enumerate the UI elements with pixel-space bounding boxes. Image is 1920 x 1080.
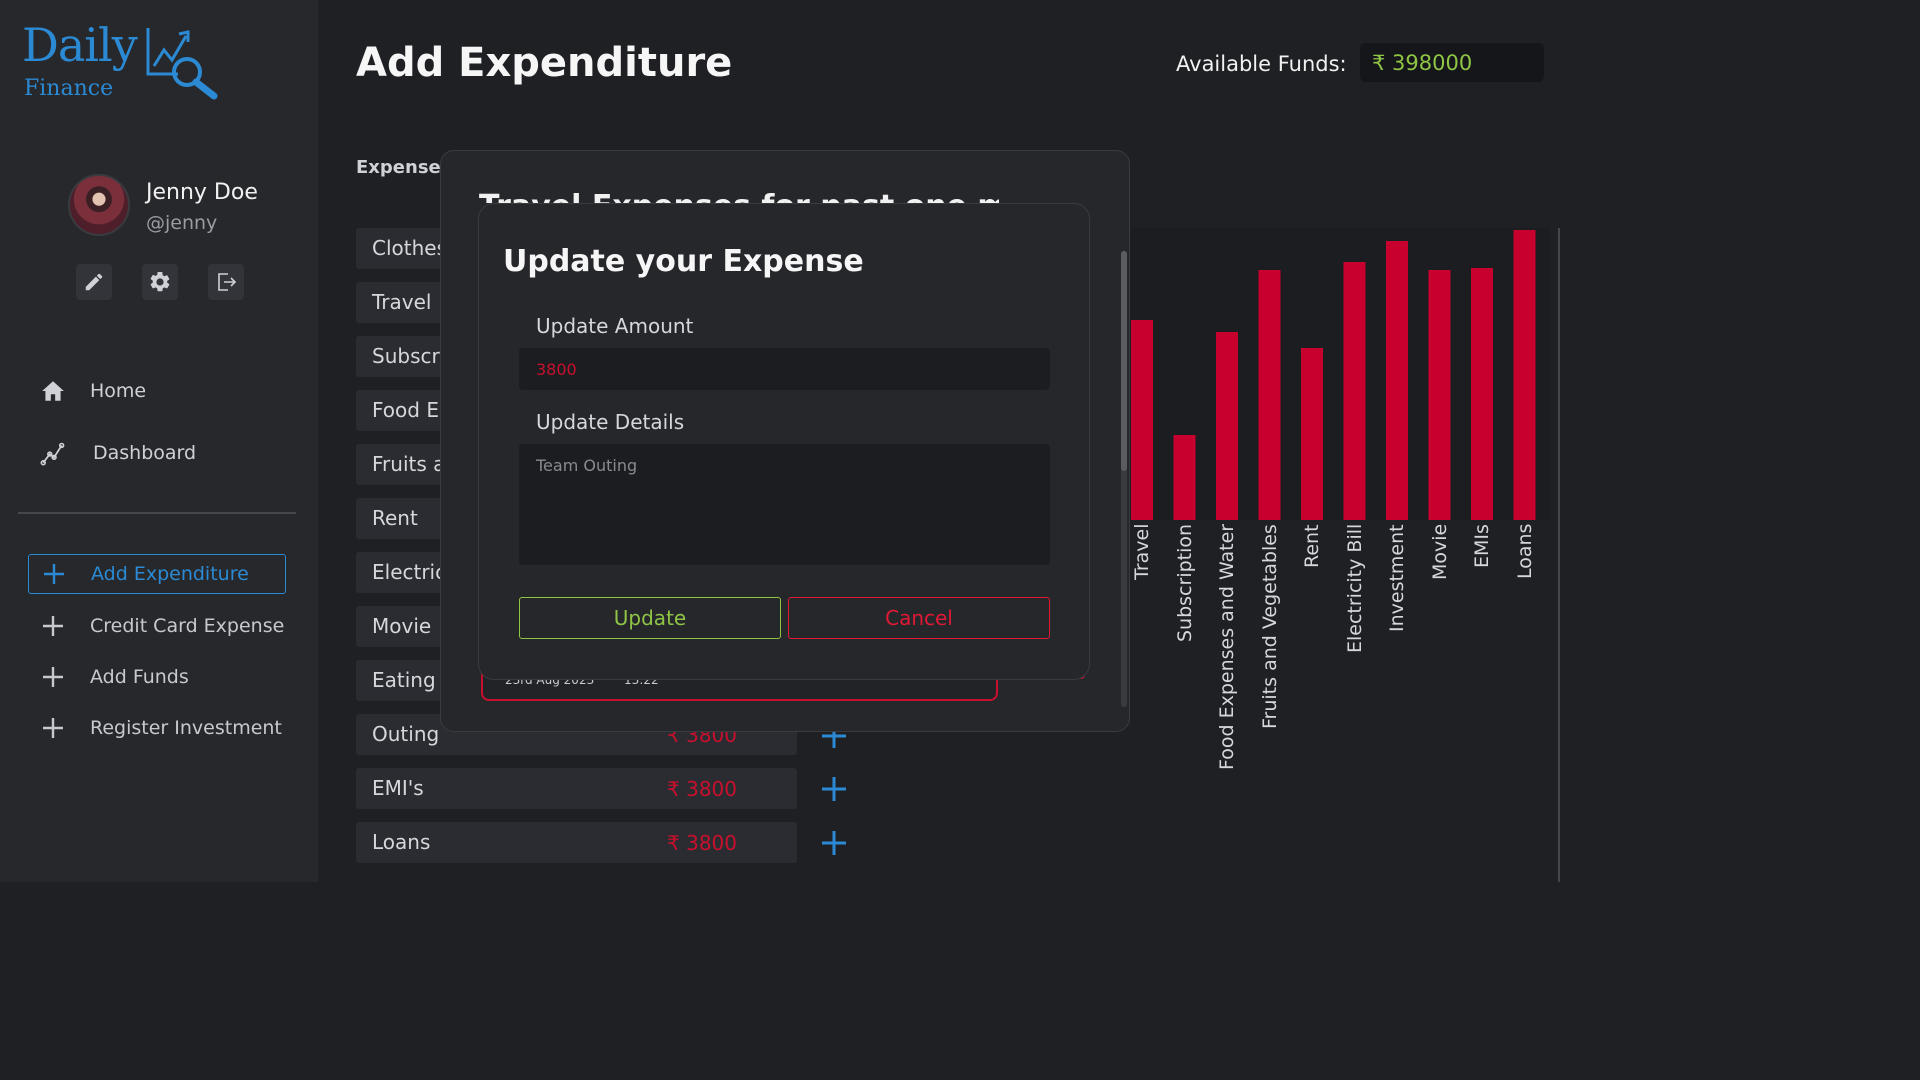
expense-name: Electric	[372, 560, 447, 584]
side-action-label: Add Funds	[90, 666, 189, 688]
dialog-scrollbar[interactable]	[1121, 251, 1127, 707]
expense-amount: ₹ 3800	[667, 777, 737, 801]
plus-icon	[43, 616, 63, 636]
chart-tick-label: Electricity Bill	[1343, 523, 1366, 653]
chart-bar[interactable]	[1386, 241, 1408, 520]
chart-tick-label: Rent	[1301, 524, 1323, 568]
expense-row[interactable]: Loans ₹ 3800	[356, 822, 797, 863]
expense-name: Fruits a	[372, 452, 446, 476]
dialog-scrollbar-thumb[interactable]	[1121, 251, 1127, 471]
register-investment-button[interactable]: Register Investment	[28, 708, 286, 748]
chart-tick-label: Travel	[1131, 523, 1153, 580]
expense-name: EMI's	[372, 776, 424, 800]
expense-name: Food E	[372, 398, 439, 422]
chart-tick-label: Fruits and Vegetables	[1258, 524, 1281, 729]
add-expenditure-button[interactable]: Add Expenditure	[28, 554, 286, 594]
chart-tick-label: Investment	[1386, 524, 1408, 632]
expense-name: Outing	[372, 722, 440, 746]
update-button[interactable]: Update	[519, 597, 781, 639]
chart-tick-label: Loans	[1513, 523, 1536, 579]
chart-bar[interactable]	[1471, 268, 1493, 520]
chart-bar[interactable]	[1343, 262, 1366, 520]
expense-name: Subscri	[372, 344, 446, 368]
user-profile: Jenny Doe @jenny	[68, 174, 298, 238]
amount-input[interactable]	[519, 348, 1050, 390]
expense-bar-chart	[1130, 228, 1550, 520]
logout-button[interactable]	[208, 264, 244, 300]
chart-bar[interactable]	[1513, 230, 1536, 520]
modal-title: Update your Expense	[503, 244, 864, 279]
profile-actions	[76, 264, 244, 300]
side-action-label: Register Investment	[90, 717, 282, 739]
plus-icon	[43, 667, 63, 687]
sidebar: Daily Finance Jenny Doe @jenny Home Dash…	[0, 0, 318, 882]
chart-bar[interactable]	[1131, 320, 1153, 520]
chart-bar[interactable]	[1301, 348, 1323, 520]
chart-bar[interactable]	[1258, 270, 1281, 520]
plus-icon	[43, 718, 63, 738]
chart-tick-label: Movie	[1428, 523, 1451, 580]
expense-name: Eating	[372, 668, 436, 692]
add-loans-plus-icon[interactable]	[820, 829, 848, 857]
brand-logo[interactable]: Daily Finance	[22, 18, 232, 108]
nav-item-dashboard[interactable]: Dashboard	[40, 440, 196, 466]
credit-card-expense-button[interactable]: Credit Card Expense	[28, 606, 286, 646]
expense-row[interactable]: EMI's ₹ 3800	[356, 768, 797, 809]
chart-tick-label: Subscription	[1173, 523, 1196, 642]
magnifier-chart-icon	[146, 28, 218, 100]
chart-line-icon	[40, 442, 65, 466]
chart-tick-label: EMIs	[1471, 524, 1493, 568]
brand-name-top: Daily	[22, 18, 138, 72]
amount-label: Update Amount	[536, 314, 694, 338]
gear-icon	[150, 271, 170, 292]
app-window: Daily Finance Jenny Doe @jenny Home Dash…	[0, 0, 1568, 882]
profile-handle: @jenny	[146, 212, 218, 234]
side-action-label: Credit Card Expense	[90, 615, 285, 637]
update-expense-modal: Update your Expense Update Amount Update…	[478, 203, 1090, 680]
expense-amount: ₹ 3800	[667, 831, 737, 855]
add-funds-button[interactable]: Add Funds	[28, 657, 286, 697]
expense-name: Clothes	[372, 236, 447, 260]
expense-name: Movie	[372, 614, 432, 638]
expense-name: Travel	[372, 290, 432, 314]
page-title: Add Expenditure	[356, 40, 733, 86]
pencil-icon	[85, 273, 103, 291]
details-input[interactable]	[519, 444, 1050, 565]
brand-name-bottom: Finance	[24, 76, 114, 101]
side-action-label: Add Expenditure	[91, 563, 249, 585]
profile-name: Jenny Doe	[146, 180, 258, 205]
chart-bar[interactable]	[1173, 435, 1196, 520]
add-emi-plus-icon[interactable]	[820, 775, 848, 803]
avatar[interactable]	[68, 174, 130, 236]
funds-value: ₹ 398000	[1360, 43, 1544, 82]
nav-item-label: Dashboard	[93, 442, 197, 464]
edit-profile-button[interactable]	[76, 264, 112, 300]
home-icon	[42, 381, 64, 401]
chart-x-labels: Travel Subscription Food Expenses and Wate…	[1130, 522, 1550, 772]
plus-icon	[44, 564, 64, 584]
logout-icon	[218, 273, 237, 291]
chart-tick-label: Food Expenses and Water	[1216, 523, 1238, 770]
chart-bar[interactable]	[1428, 270, 1451, 520]
chart-bar[interactable]	[1216, 332, 1238, 520]
nav-item-label: Home	[90, 380, 147, 402]
nav-item-home[interactable]: Home	[40, 378, 146, 404]
settings-button[interactable]	[142, 264, 178, 300]
details-label: Update Details	[536, 410, 685, 434]
sidebar-divider	[18, 512, 296, 514]
funds-label: Available Funds:	[1176, 52, 1347, 76]
expense-name: Rent	[372, 506, 418, 530]
history-dialog-title: Travel Expenses for past one month	[479, 189, 999, 203]
cancel-button[interactable]: Cancel	[788, 597, 1050, 639]
page-scrollbar[interactable]	[1558, 228, 1566, 882]
expense-name: Loans	[372, 830, 431, 854]
